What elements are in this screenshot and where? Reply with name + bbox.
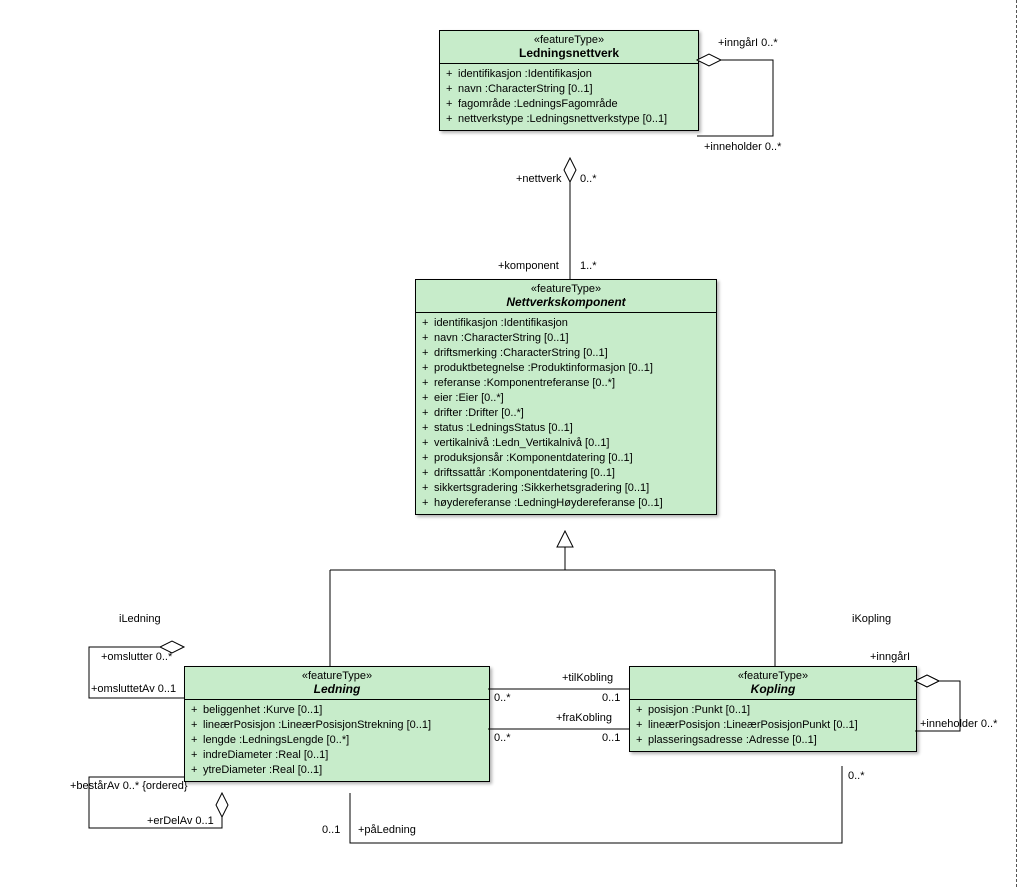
label-erdelav: +erDelAv 0..1 [147, 815, 214, 827]
label-komponent: +komponent [498, 260, 559, 272]
label-komponent-mult: 1..* [580, 260, 597, 272]
stereotype: «featureType» [446, 34, 692, 46]
stereotype: «featureType» [191, 670, 483, 682]
class-ledning: «featureType» Ledning +beliggenhet :Kurv… [184, 666, 490, 782]
label-inneholder-r: +inneholder 0..* [920, 718, 997, 730]
label-paledning-rmult: 0..* [848, 770, 865, 782]
label-frakobling: +fraKobling [556, 712, 612, 724]
label-til-mult-r: 0..1 [602, 692, 620, 704]
stereotype: «featureType» [422, 283, 710, 295]
label-ikopling: iKopling [852, 613, 891, 625]
uml-diagram: «featureType» Ledningsnettverk +identifi… [0, 0, 1017, 887]
label-iledning: iLedning [119, 613, 161, 625]
class-body: +identifikasjon :Identifikasjon +navn :C… [416, 313, 716, 514]
class-body: +posisjon :Punkt [0..1] +lineærPosisjon … [630, 700, 916, 751]
class-name: Nettverkskomponent [422, 295, 710, 309]
class-kopling: «featureType» Kopling +posisjon :Punkt [… [629, 666, 917, 752]
label-nettverk: +nettverk [516, 173, 562, 185]
label-inngari-r: +inngårI [870, 651, 910, 663]
label-paledning: +påLedning [358, 824, 416, 836]
class-ledningsnettverk: «featureType» Ledningsnettverk +identifi… [439, 30, 699, 131]
class-body: +beliggenhet :Kurve [0..1] +lineærPosisj… [185, 700, 489, 781]
class-name: Kopling [636, 682, 910, 696]
class-name: Ledningsnettverk [446, 46, 692, 60]
stereotype: «featureType» [636, 670, 910, 682]
label-fra-mult-l: 0..* [494, 732, 511, 744]
label-fra-mult-r: 0..1 [602, 732, 620, 744]
label-til-mult-l: 0..* [494, 692, 511, 704]
label-bestarav: +bestårAv 0..* {ordered} [70, 780, 188, 792]
class-name: Ledning [191, 682, 483, 696]
label-paledning-mult: 0..1 [322, 824, 340, 836]
label-tilkobling: +tilKobling [562, 672, 613, 684]
class-nettverkskomponent: «featureType» Nettverkskomponent +identi… [415, 279, 717, 515]
label-inngari-top: +inngårI 0..* [718, 37, 778, 49]
label-nettverk-mult: 0..* [580, 173, 597, 185]
class-body: +identifikasjon :Identifikasjon +navn :C… [440, 64, 698, 130]
label-omsluttetav: +omsluttetAv 0..1 [91, 683, 176, 695]
label-inneholder-top: +inneholder 0..* [704, 141, 781, 153]
label-omslutter: +omslutter 0..* [101, 651, 172, 663]
